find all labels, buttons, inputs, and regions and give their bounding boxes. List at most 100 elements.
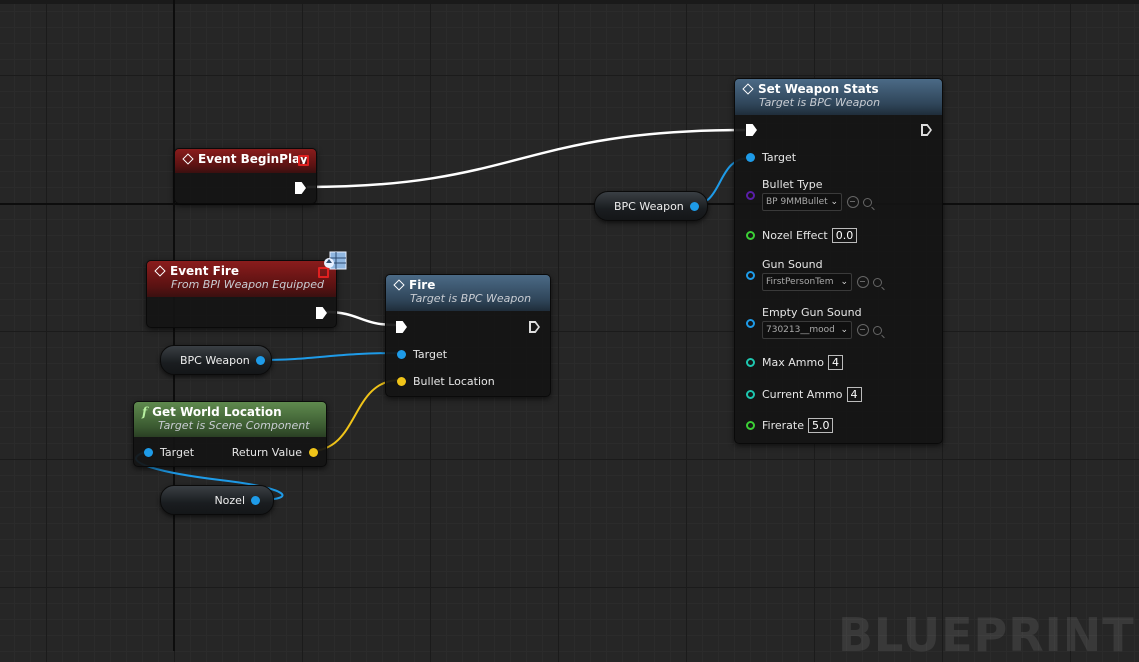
use-selected-asset-icon[interactable] <box>857 276 869 288</box>
exec-output-pin[interactable] <box>316 307 327 319</box>
fire-node[interactable]: Fire Target is BPC Weapon Target Bullet … <box>385 274 551 397</box>
fire-title: Fire <box>409 278 436 292</box>
pure-function-icon: f <box>142 405 148 419</box>
float-pin-icon[interactable] <box>746 231 755 240</box>
event-fire-node[interactable]: Event Fire From BPI Weapon Equipped <box>146 260 337 328</box>
blueprint-watermark: BLUEPRINT <box>838 608 1135 662</box>
delegate-pin-icon[interactable] <box>298 155 309 166</box>
browse-search-icon[interactable] <box>863 197 872 207</box>
set-weapon-stats-subtitle: Target is BPC Weapon <box>759 96 881 109</box>
interface-message-icon <box>324 251 347 270</box>
bpc-weapon-variable-node-1[interactable]: BPC Weapon <box>594 191 708 221</box>
empty-gun-sound-label: Empty Gun Sound <box>762 306 862 319</box>
exec-output-pin[interactable] <box>921 124 932 136</box>
browse-search-icon[interactable] <box>873 277 882 287</box>
vector-pin-icon[interactable] <box>397 377 406 386</box>
get-world-location-node[interactable]: f Get World Location Target is Scene Comp… <box>133 401 327 467</box>
chevron-down-icon: ⌄ <box>840 325 848 335</box>
get-world-location-title: Get World Location <box>152 405 282 419</box>
firerate-label: Firerate <box>762 419 804 432</box>
gwl-return-value-label: Return Value <box>231 446 302 459</box>
exec-output-pin[interactable] <box>295 182 306 194</box>
variable-label: BPC Weapon <box>614 199 684 213</box>
object-pin-icon[interactable] <box>144 448 153 457</box>
float-pin-icon[interactable] <box>746 421 755 430</box>
max-ammo-label: Max Ammo <box>762 356 824 369</box>
chevron-down-icon: ⌄ <box>830 197 838 207</box>
sws-max-ammo-pin[interactable]: Max Ammo 4 <box>746 355 843 370</box>
exec-output-pin[interactable] <box>529 321 540 333</box>
event-beginplay-header: Event BeginPlay <box>175 149 316 173</box>
graph-origin-horizontal <box>0 203 1139 205</box>
function-icon <box>743 84 753 94</box>
bpc-weapon-variable-node-2[interactable]: BPC Weapon <box>160 345 272 375</box>
fire-header: Fire Target is BPC Weapon <box>386 275 550 311</box>
sws-gun-sound-pin[interactable]: Gun Sound FirstPersonTemp ⌄ <box>746 258 882 291</box>
exec-wire-beginplay-to-setstats <box>306 128 746 189</box>
object-pin-icon[interactable] <box>689 201 699 211</box>
sws-target-pin[interactable]: Target <box>746 151 796 164</box>
firerate-input[interactable]: 5.0 <box>807 418 834 433</box>
object-pin-icon[interactable] <box>746 319 755 328</box>
bullet-type-value: BP 9MMBullet <box>766 197 828 207</box>
gun-sound-label: Gun Sound <box>762 258 823 271</box>
gun-sound-value: FirstPersonTemp <box>766 277 834 287</box>
class-pin-icon[interactable] <box>746 191 755 200</box>
gwl-return-value-pin[interactable]: Return Value <box>232 446 318 459</box>
int-pin-icon[interactable] <box>746 390 755 399</box>
current-ammo-label: Current Ammo <box>762 388 843 401</box>
current-ammo-input[interactable]: 4 <box>846 387 862 402</box>
variable-label: BPC Weapon <box>180 353 250 367</box>
nozel-variable-node[interactable]: Nozel <box>160 485 274 515</box>
fire-target-label: Target <box>413 348 448 361</box>
object-pin-icon[interactable] <box>251 495 260 505</box>
browse-search-icon[interactable] <box>873 325 882 335</box>
chevron-down-icon: ⌄ <box>840 277 848 287</box>
event-fire-header: Event Fire From BPI Weapon Equipped <box>147 261 336 297</box>
get-world-location-subtitle: Target is Scene Component <box>158 419 310 432</box>
fire-bullet-location-pin[interactable]: Bullet Location <box>397 375 495 388</box>
bullet-type-dropdown[interactable]: BP 9MMBullet ⌄ <box>762 193 842 211</box>
graph-top-edge <box>0 0 1139 4</box>
sws-firerate-pin[interactable]: Firerate 5.0 <box>746 418 834 433</box>
gwl-target-label: Target <box>160 446 195 459</box>
object-pin-icon[interactable] <box>746 271 755 280</box>
max-ammo-input[interactable]: 4 <box>827 355 843 370</box>
empty-gun-sound-value: 730213__moody <box>766 325 834 335</box>
sws-bullet-type-pin[interactable]: Bullet Type BP 9MMBullet ⌄ <box>746 178 872 211</box>
set-weapon-stats-title: Set Weapon Stats <box>758 82 879 96</box>
use-selected-asset-icon[interactable] <box>847 196 859 208</box>
variable-label: Nozel <box>214 493 245 507</box>
gwl-target-pin[interactable]: Target <box>144 446 194 459</box>
sws-current-ammo-pin[interactable]: Current Ammo 4 <box>746 387 862 402</box>
set-weapon-stats-header: Set Weapon Stats Target is BPC Weapon <box>735 79 942 115</box>
get-world-location-header: f Get World Location Target is Scene Comp… <box>134 402 326 437</box>
sws-nozel-effect-pin[interactable]: Nozel Effect 0.0 <box>746 228 858 243</box>
event-beginplay-node[interactable]: Event BeginPlay <box>174 148 317 204</box>
set-weapon-stats-node[interactable]: Set Weapon Stats Target is BPC Weapon Ta… <box>734 78 943 444</box>
sws-empty-gun-sound-pin[interactable]: Empty Gun Sound 730213__moody ⌄ <box>746 306 882 339</box>
event-icon <box>155 266 165 276</box>
object-pin-icon[interactable] <box>397 350 406 359</box>
function-icon <box>394 280 404 290</box>
empty-gun-sound-dropdown[interactable]: 730213__moody ⌄ <box>762 321 852 339</box>
exec-input-pin[interactable] <box>396 321 407 333</box>
use-selected-asset-icon[interactable] <box>857 324 869 336</box>
event-fire-subtitle: From BPI Weapon Equipped <box>171 278 324 291</box>
nozel-effect-input[interactable]: 0.0 <box>831 228 858 243</box>
event-fire-title: Event Fire <box>170 264 239 278</box>
fire-bullet-location-label: Bullet Location <box>413 375 495 388</box>
sws-target-label: Target <box>762 151 797 164</box>
gun-sound-dropdown[interactable]: FirstPersonTemp ⌄ <box>762 273 852 291</box>
vector-pin-icon[interactable] <box>309 448 318 457</box>
object-pin-icon[interactable] <box>255 355 265 365</box>
event-icon <box>183 154 193 164</box>
int-pin-icon[interactable] <box>746 358 755 367</box>
event-beginplay-title: Event BeginPlay <box>198 152 308 166</box>
object-pin-icon[interactable] <box>746 153 755 162</box>
object-wire-weapon-to-fire <box>255 352 401 361</box>
exec-input-pin[interactable] <box>746 124 757 136</box>
fire-target-pin[interactable]: Target <box>397 348 447 361</box>
fire-subtitle: Target is BPC Weapon <box>410 292 532 305</box>
nozel-effect-label: Nozel Effect <box>762 229 828 242</box>
